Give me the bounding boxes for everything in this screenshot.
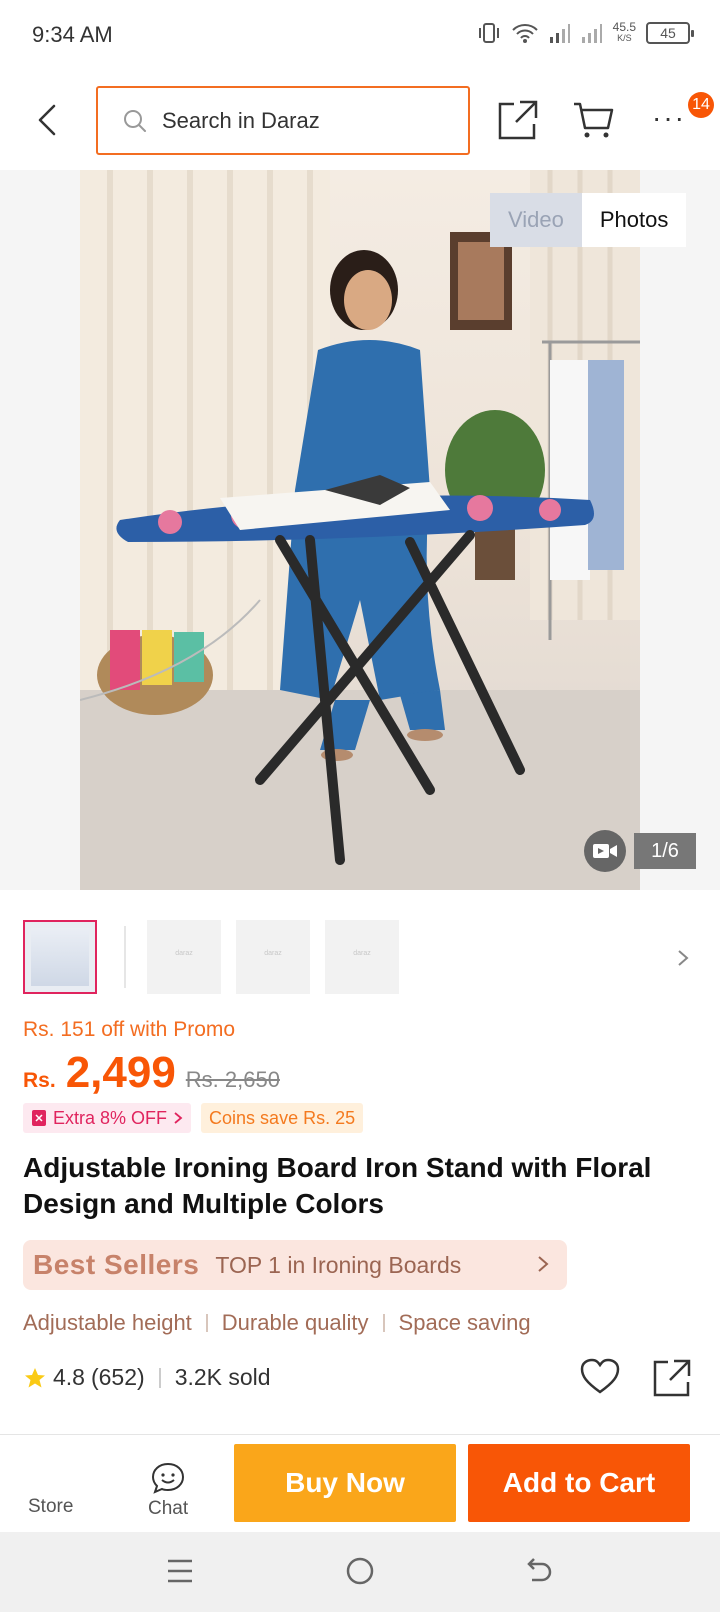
search-input[interactable]: Search in Daraz bbox=[96, 86, 470, 155]
promo-text: Rs. 151 off with Promo bbox=[23, 1018, 236, 1041]
buy-now-button[interactable]: Buy Now bbox=[234, 1444, 456, 1522]
thumbnail-active[interactable] bbox=[23, 920, 97, 994]
video-tab[interactable]: Video bbox=[490, 193, 582, 247]
share-icon[interactable] bbox=[652, 1358, 692, 1398]
add-to-cart-button[interactable]: Add to Cart bbox=[468, 1444, 690, 1522]
status-time: 9:34 AM bbox=[32, 22, 113, 47]
feature-separator bbox=[382, 1314, 385, 1332]
divider bbox=[0, 1434, 720, 1435]
media-toggle: Video Photos bbox=[490, 193, 687, 247]
original-price: Rs. 2,650 bbox=[185, 1067, 280, 1092]
signal-icon-2 bbox=[581, 24, 602, 43]
coins-tag[interactable]: Coins save Rs. 25 bbox=[201, 1103, 364, 1133]
star-icon bbox=[25, 1367, 45, 1387]
product-gallery[interactable]: Video Photos 1/6 bbox=[0, 170, 720, 890]
rating-score: 4.8 bbox=[53, 1364, 85, 1390]
chat-icon bbox=[152, 1462, 185, 1494]
feature-item: Space saving bbox=[398, 1310, 531, 1335]
video-camera-icon[interactable] bbox=[584, 830, 626, 872]
chevron-right-icon bbox=[174, 1112, 183, 1124]
feature-item: Durable quality bbox=[221, 1310, 369, 1335]
best-sellers-label: Best Sellers bbox=[33, 1249, 200, 1280]
wifi-icon bbox=[511, 24, 538, 43]
share-icon[interactable] bbox=[496, 98, 540, 142]
thumbnail[interactable]: daraz bbox=[236, 920, 310, 994]
rating-separator bbox=[158, 1367, 161, 1388]
ironing-board-photo bbox=[80, 170, 640, 890]
gallery-counter-group: 1/6 bbox=[584, 830, 696, 872]
price-amount: 2,499 bbox=[65, 1048, 176, 1097]
price-row: Rs. 2,499 Rs. 2,650 bbox=[23, 1048, 280, 1098]
extra-off-tag[interactable]: Extra 8% OFF bbox=[23, 1103, 192, 1133]
heart-icon[interactable] bbox=[580, 1358, 620, 1396]
chat-button[interactable]: Chat bbox=[148, 1462, 188, 1520]
rating-row[interactable]: 4.8 (652) 3.2K sold bbox=[23, 1364, 271, 1391]
photos-tab[interactable]: Photos bbox=[581, 193, 687, 247]
top-header: Search in Daraz ··· bbox=[0, 72, 720, 168]
image-counter: 1/6 bbox=[634, 833, 696, 869]
more-options-icon[interactable]: ··· bbox=[652, 102, 692, 146]
feature-separator bbox=[205, 1314, 208, 1332]
thumbnail[interactable]: daraz bbox=[147, 920, 221, 994]
sold-count: 3.2K sold bbox=[174, 1364, 271, 1390]
best-sellers-rank: TOP 1 in Ironing Boards bbox=[215, 1251, 462, 1278]
chevron-right-icon[interactable] bbox=[676, 948, 690, 968]
promo-tags: Extra 8% OFF Coins save Rs. 25 bbox=[23, 1103, 364, 1133]
menu-icon[interactable] bbox=[166, 1556, 194, 1586]
signal-icon bbox=[549, 24, 570, 43]
status-bar: 9:34 AM 45.5 K/S 45 bbox=[0, 0, 720, 72]
vibrate-icon bbox=[478, 23, 499, 43]
thumbnail-strip: daraz daraz daraz bbox=[0, 912, 720, 996]
back-arrow-icon[interactable] bbox=[32, 100, 64, 140]
system-nav-bar bbox=[0, 1532, 720, 1612]
feature-item: Adjustable height bbox=[23, 1310, 192, 1335]
best-sellers-banner[interactable]: Best Sellers TOP 1 in Ironing Boards bbox=[23, 1240, 567, 1290]
voucher-icon bbox=[32, 1110, 46, 1126]
home-icon[interactable] bbox=[345, 1556, 375, 1586]
net-speed: 45.5 K/S bbox=[612, 20, 636, 43]
status-icons: 45.5 K/S 45 bbox=[477, 20, 694, 44]
cart-icon[interactable] bbox=[572, 98, 616, 142]
back-icon[interactable] bbox=[524, 1556, 554, 1586]
battery-icon: 45 bbox=[646, 22, 694, 44]
feature-list: Adjustable height Durable quality Space … bbox=[23, 1310, 531, 1336]
store-button[interactable]: Store bbox=[28, 1496, 73, 1518]
chevron-right-icon bbox=[538, 1256, 549, 1272]
product-page: 9:34 AM 45.5 K/S 45 Search in Daraz ··· … bbox=[0, 0, 720, 1612]
search-icon bbox=[124, 109, 146, 132]
bottom-action-bar: Store Chat Buy Now Add to Cart bbox=[0, 1436, 720, 1532]
product-title: Adjustable Ironing Board Iron Stand with… bbox=[23, 1152, 652, 1219]
thumbnail[interactable]: daraz bbox=[325, 920, 399, 994]
rating-count: (652) bbox=[90, 1364, 145, 1390]
product-main-image[interactable] bbox=[80, 170, 640, 890]
price-currency: Rs. bbox=[23, 1069, 56, 1092]
thumbnail-divider bbox=[124, 926, 126, 988]
search-placeholder: Search in Daraz bbox=[162, 107, 320, 133]
notification-badge: 14 bbox=[688, 92, 714, 118]
